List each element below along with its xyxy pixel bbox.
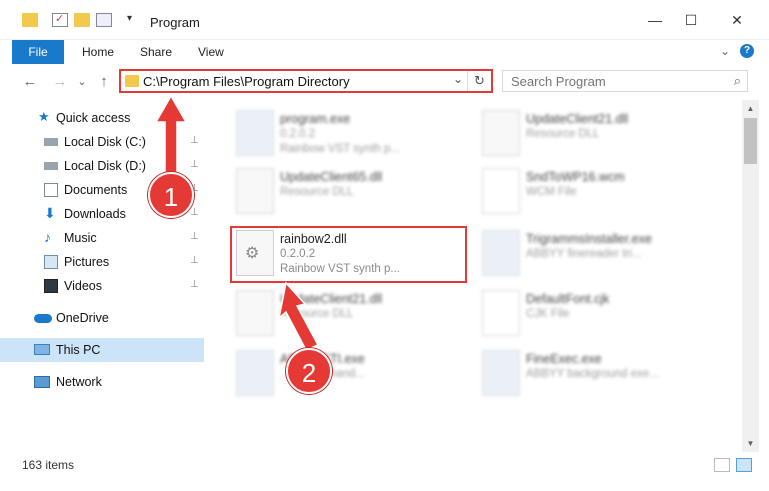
step-badge-2: 2 [286,348,332,394]
arrow-up-to-file [277,281,320,351]
scroll-up-icon[interactable]: ▲ [742,100,759,117]
details-view-icon[interactable] [714,458,730,472]
step-badge-1: 1 [148,172,194,218]
arrow-up-to-address [154,94,188,181]
item-count: 163 items [22,458,75,472]
scroll-thumb[interactable] [744,118,757,164]
annotation-arrows [154,94,320,351]
tiles-view-icon[interactable] [736,458,752,472]
scroll-down-icon[interactable]: ▼ [742,435,759,452]
vertical-scrollbar[interactable]: ▲ ▼ [742,100,759,452]
status-bar: 163 items [0,452,769,491]
